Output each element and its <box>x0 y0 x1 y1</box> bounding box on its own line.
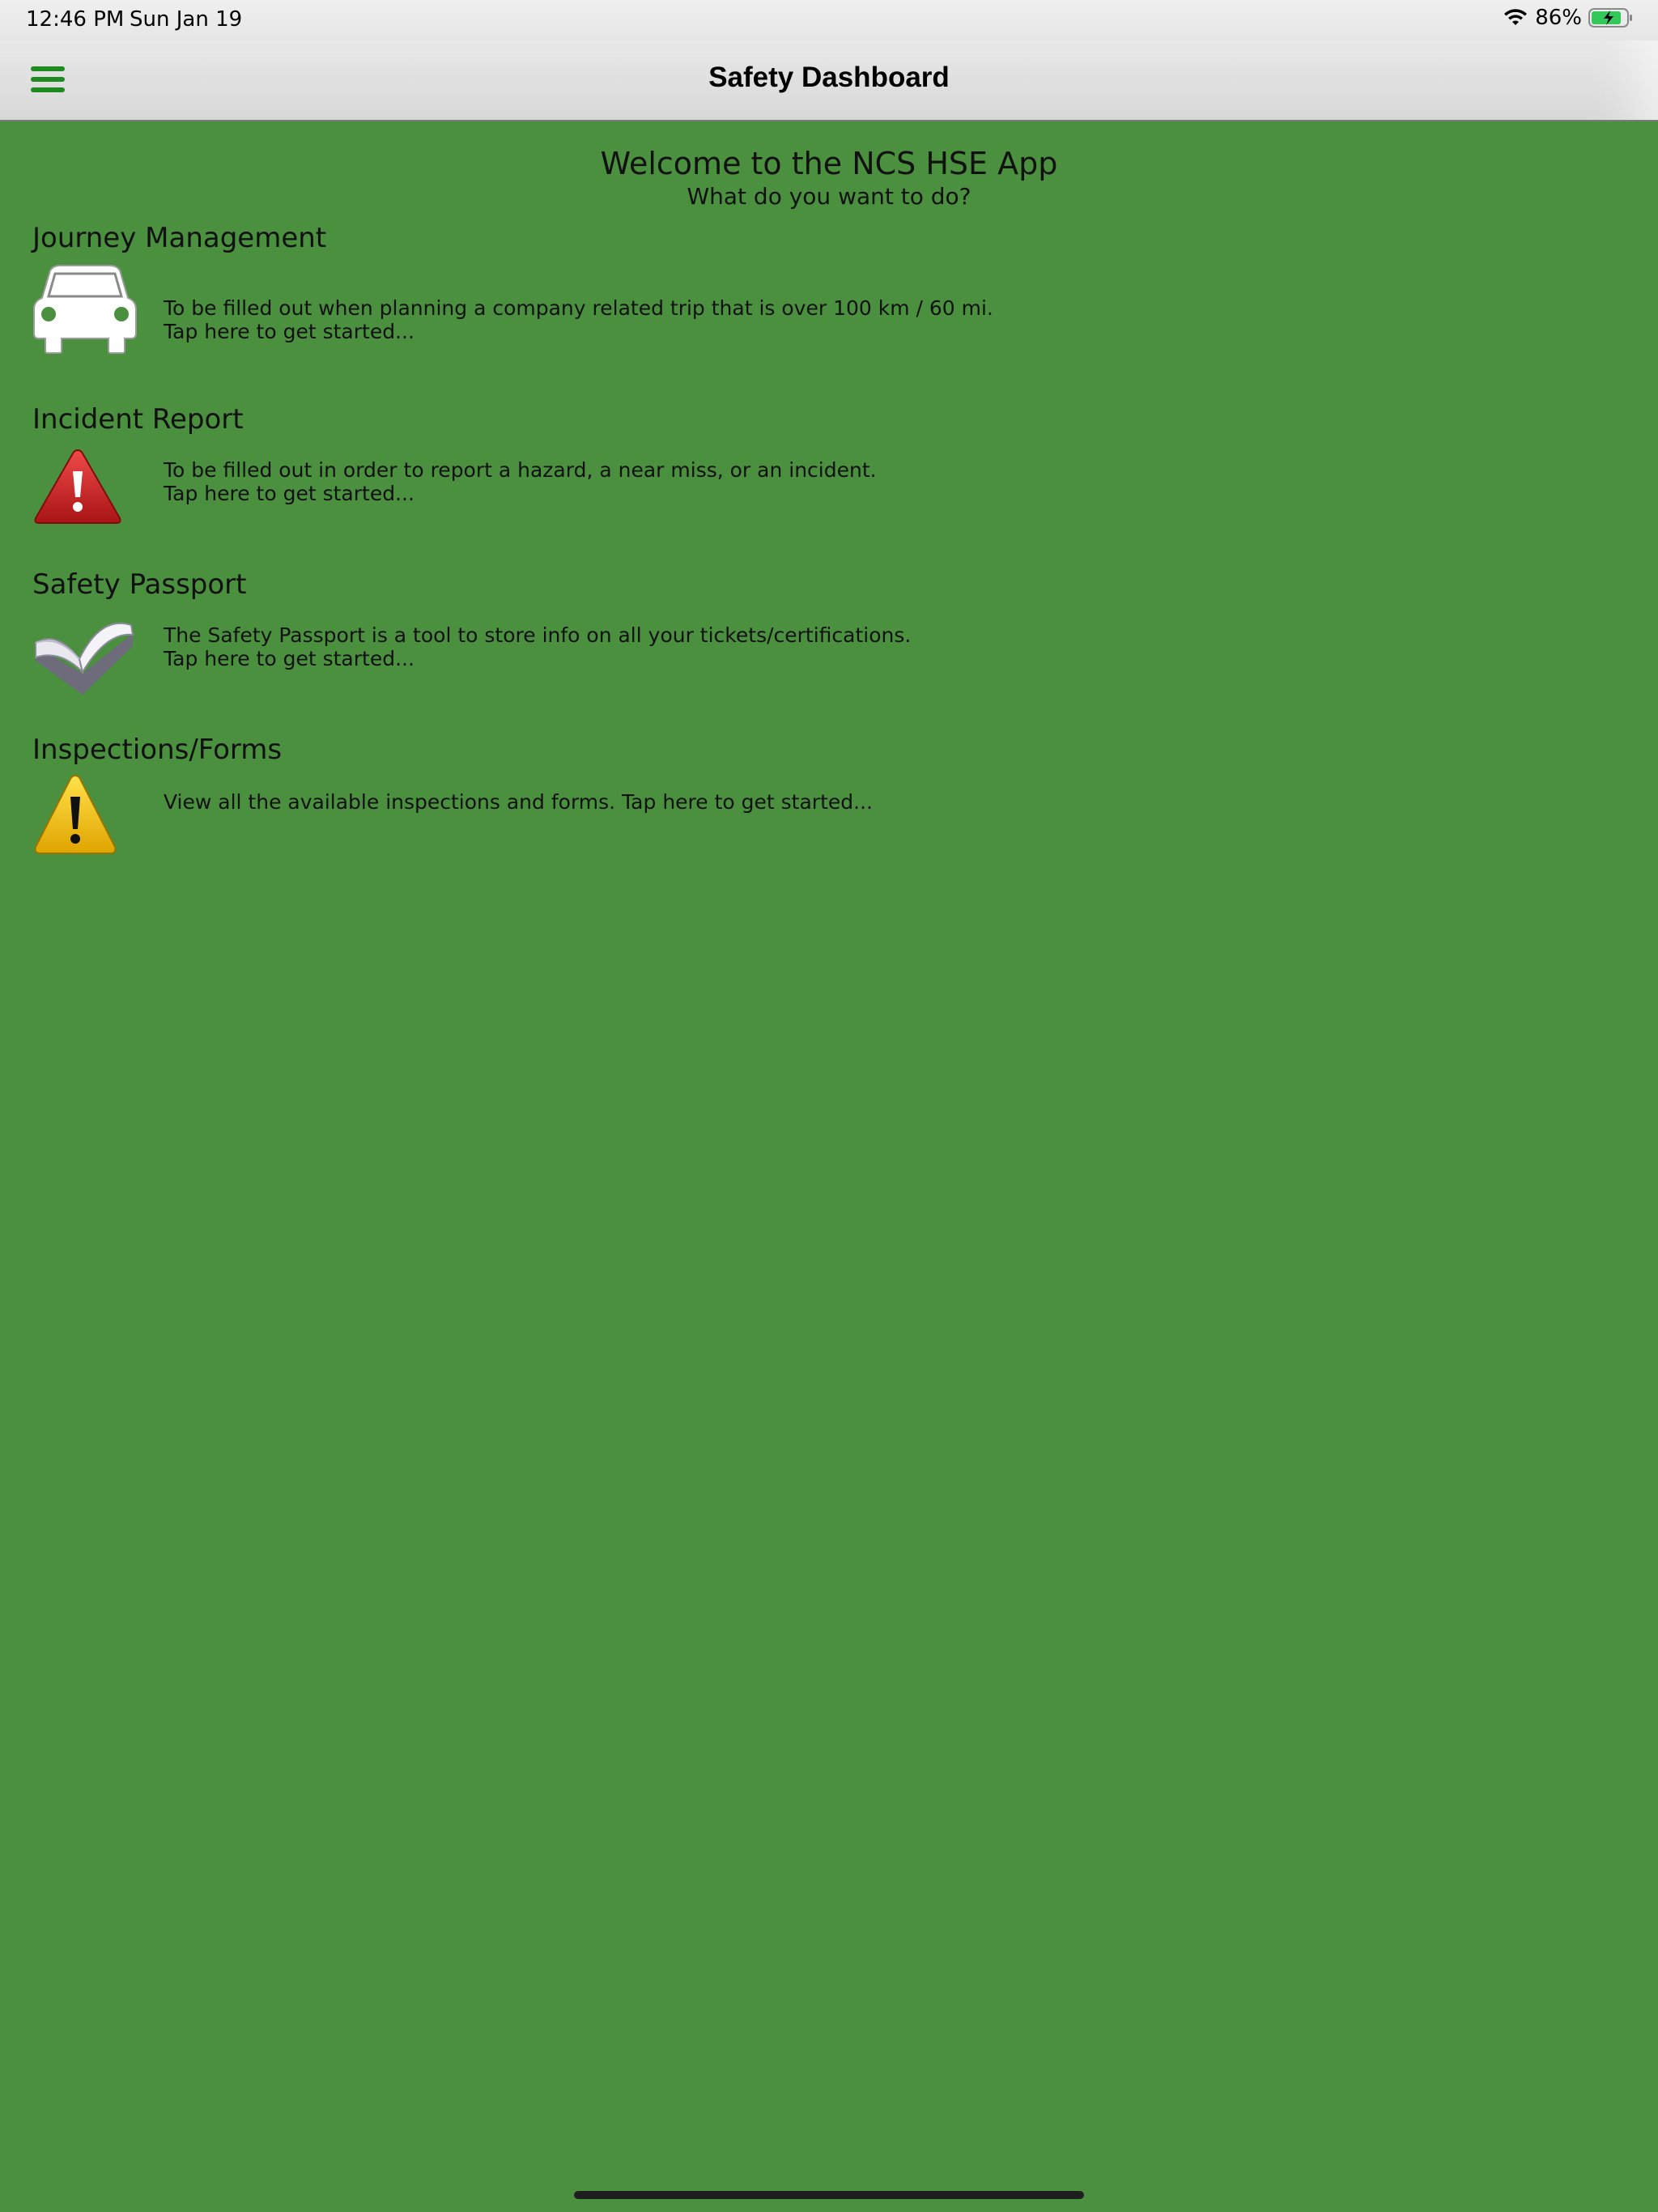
home-indicator[interactable] <box>574 2191 1084 2199</box>
section-title: Incident Report <box>32 403 244 436</box>
section-description: To be filled out in order to report a ha… <box>164 458 877 482</box>
section-hint: Tap here to get started... <box>164 482 414 505</box>
battery-percent: 86% <box>1535 6 1582 30</box>
section-description: To be filled out when planning a company… <box>164 296 993 320</box>
section-description: The Safety Passport is a tool to store i… <box>164 623 912 647</box>
nav-bar: Safety Dashboard <box>0 40 1658 121</box>
open-book-icon <box>35 622 134 695</box>
section-description: View all the available inspections and f… <box>164 790 873 814</box>
section-title: Inspections/Forms <box>32 734 283 766</box>
section-hint: Tap here to get started... <box>164 647 414 670</box>
section-incident-report[interactable]: Incident Report To be filled out in orde… <box>0 403 1658 533</box>
section-hint: Tap here to get started... <box>164 320 414 343</box>
section-safety-passport[interactable]: Safety Passport The Safety Passport is a… <box>0 568 1658 706</box>
red-warning-icon <box>34 449 121 524</box>
page-title: Safety Dashboard <box>708 62 950 93</box>
welcome-title: Welcome to the NCS HSE App <box>600 146 1058 181</box>
status-date: Sun Jan 19 <box>130 7 243 32</box>
car-icon <box>33 265 137 354</box>
status-bar: 12:46 PM Sun Jan 19 86% <box>0 0 1658 40</box>
welcome-subtitle: What do you want to do? <box>687 183 971 210</box>
status-indicators: 86% <box>1503 6 1634 30</box>
yellow-warning-icon <box>34 774 117 854</box>
battery-icon <box>1588 8 1632 28</box>
status-time: 12:46 PM <box>26 7 125 32</box>
section-title: Safety Passport <box>32 568 247 601</box>
section-inspections-forms[interactable]: Inspections/Forms View all the available… <box>0 734 1658 863</box>
wifi-icon <box>1504 9 1528 25</box>
section-title: Journey Management <box>32 222 327 254</box>
section-journey-management[interactable]: Journey Management To be filled out when… <box>0 222 1658 359</box>
